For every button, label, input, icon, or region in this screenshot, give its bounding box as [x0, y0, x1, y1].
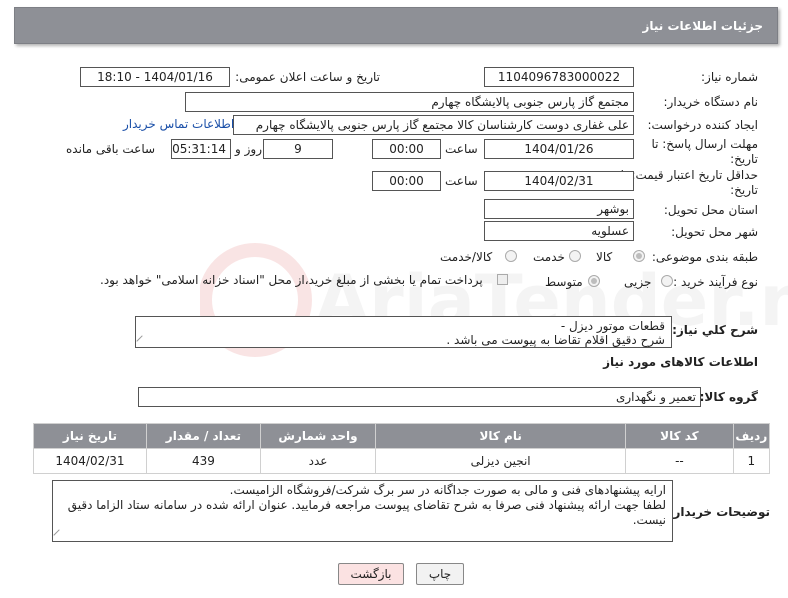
requester-field: علی غفاری دوست کارشناسان کالا مجتمع گاز …: [233, 115, 634, 135]
deadline-time-label: ساعت: [445, 142, 478, 156]
buyer-notes-textarea[interactable]: ارایه پیشنهادهای فنی و مالی به صورت جداگ…: [52, 480, 673, 542]
table-row: 1 -- انجین دیزلی عدد 439 1404/02/31: [33, 448, 771, 474]
cell-row: 1: [732, 448, 771, 474]
goods-table-header: ردیف کد کالا نام کالا واحد شمارش تعداد /…: [33, 423, 771, 449]
col-name: نام کالا: [375, 423, 627, 449]
goods-group-field: تعمیر و نگهداری: [138, 387, 701, 407]
buyer-notes-label: توضیحات خریدار:: [668, 505, 770, 519]
category-radio-goods[interactable]: [633, 250, 645, 262]
category-radio-service[interactable]: [569, 250, 581, 262]
announce-field: 1404/01/16 - 18:10: [80, 67, 230, 87]
price-validity-time-label: ساعت: [445, 174, 478, 188]
goods-group-label: گروه کالا:: [699, 390, 758, 404]
price-validity-label: حداقل تاریخ اعتبار قیمت: تا تاریخ:: [620, 168, 758, 197]
page-header: جزئیات اطلاعات نیاز: [14, 7, 778, 44]
notes-line-2: لطفا جهت ارائه پیشنهاد فنی صرفا به شرح ت…: [67, 498, 666, 512]
payment-note: پرداخت تمام یا بخشی از مبلغ خرید،از محل …: [100, 273, 483, 287]
buyer-contact-link[interactable]: اطلاعات تماس خریدار: [123, 117, 234, 131]
resize-handle-icon[interactable]: [53, 529, 65, 541]
summary-textarea[interactable]: قطعات موتور دیزل - شرح دقیق اقلام تقاضا …: [135, 316, 672, 348]
cell-qty: 439: [145, 448, 261, 474]
deadline-label: مهلت ارسال پاسخ: تا تاریخ:: [651, 137, 758, 166]
remaining-time-field: 05:31:14: [171, 139, 231, 159]
city-field: عسلویه: [484, 221, 634, 241]
cell-name: انجین دیزلی: [375, 448, 627, 474]
summary-line-2: شرح دقیق اقلام تقاضا به پیوست می باشد .: [446, 333, 665, 347]
deadline-date-field: 1404/01/26: [484, 139, 634, 159]
col-date: تاریخ نیاز: [33, 423, 147, 449]
summary-label: شرح کلي نياز:: [672, 323, 758, 337]
category-option-service: خدمت: [533, 250, 565, 264]
process-option-partial: جزیی: [624, 275, 652, 289]
announce-label: تاریخ و ساعت اعلان عمومی:: [235, 70, 380, 84]
cell-code: --: [625, 448, 734, 474]
need-number-label: شماره نیاز:: [701, 70, 758, 84]
notes-line-1: ارایه پیشنهادهای فنی و مالی به صورت جداگ…: [229, 483, 666, 497]
process-option-medium: متوسط: [545, 275, 583, 289]
notes-line-3: نیست.: [632, 513, 666, 527]
category-option-goods-service: کالا/خدمت: [440, 250, 493, 264]
city-label: شهر محل تحویل:: [671, 225, 758, 239]
goods-table: ردیف کد کالا نام کالا واحد شمارش تعداد /…: [33, 423, 771, 474]
category-label: طبقه بندی موضوعی:: [651, 250, 758, 264]
requester-label: ایجاد کننده درخواست:: [647, 118, 758, 132]
province-field: بوشهر: [484, 199, 634, 219]
buyer-org-label: نام دستگاه خریدار:: [663, 95, 759, 109]
process-radio-medium[interactable]: [588, 275, 600, 287]
category-option-goods: کالا: [596, 250, 613, 264]
need-number-field: 1104096783000022: [484, 67, 634, 87]
goods-section-title: اطلاعات کالاهای مورد نیاز: [603, 355, 758, 369]
col-code: کد کالا: [625, 423, 734, 449]
price-validity-date-field: 1404/02/31: [484, 171, 634, 191]
deadline-time-field: 00:00: [372, 139, 441, 159]
summary-line-1: قطعات موتور دیزل -: [560, 319, 665, 333]
col-qty: تعداد / مقدار: [145, 423, 261, 449]
process-label: نوع فرآیند خرید :: [673, 275, 758, 289]
col-row: ردیف: [732, 423, 771, 449]
need-details-page: AriaTender.neT جزئیات اطلاعات نیاز شماره…: [0, 0, 788, 598]
cell-unit: عدد: [259, 448, 377, 474]
process-radio-partial[interactable]: [661, 275, 673, 287]
category-radio-goods-service[interactable]: [505, 250, 517, 262]
page-title: جزئیات اطلاعات نیاز: [642, 19, 763, 33]
back-button[interactable]: بازگشت: [338, 563, 404, 585]
province-label: استان محل تحویل:: [663, 203, 758, 217]
cell-date: 1404/02/31: [33, 448, 147, 474]
print-button[interactable]: چاپ: [416, 563, 464, 585]
col-unit: واحد شمارش: [259, 423, 377, 449]
days-label: روز و: [235, 142, 262, 156]
days-remaining-field: 9: [263, 139, 333, 159]
price-validity-time-field: 00:00: [372, 171, 441, 191]
buyer-org-field: مجتمع گاز پارس جنوبی پالایشگاه چهارم: [185, 92, 634, 112]
remaining-time-label: ساعت باقی مانده: [66, 142, 156, 156]
payment-checkbox[interactable]: [497, 274, 508, 285]
